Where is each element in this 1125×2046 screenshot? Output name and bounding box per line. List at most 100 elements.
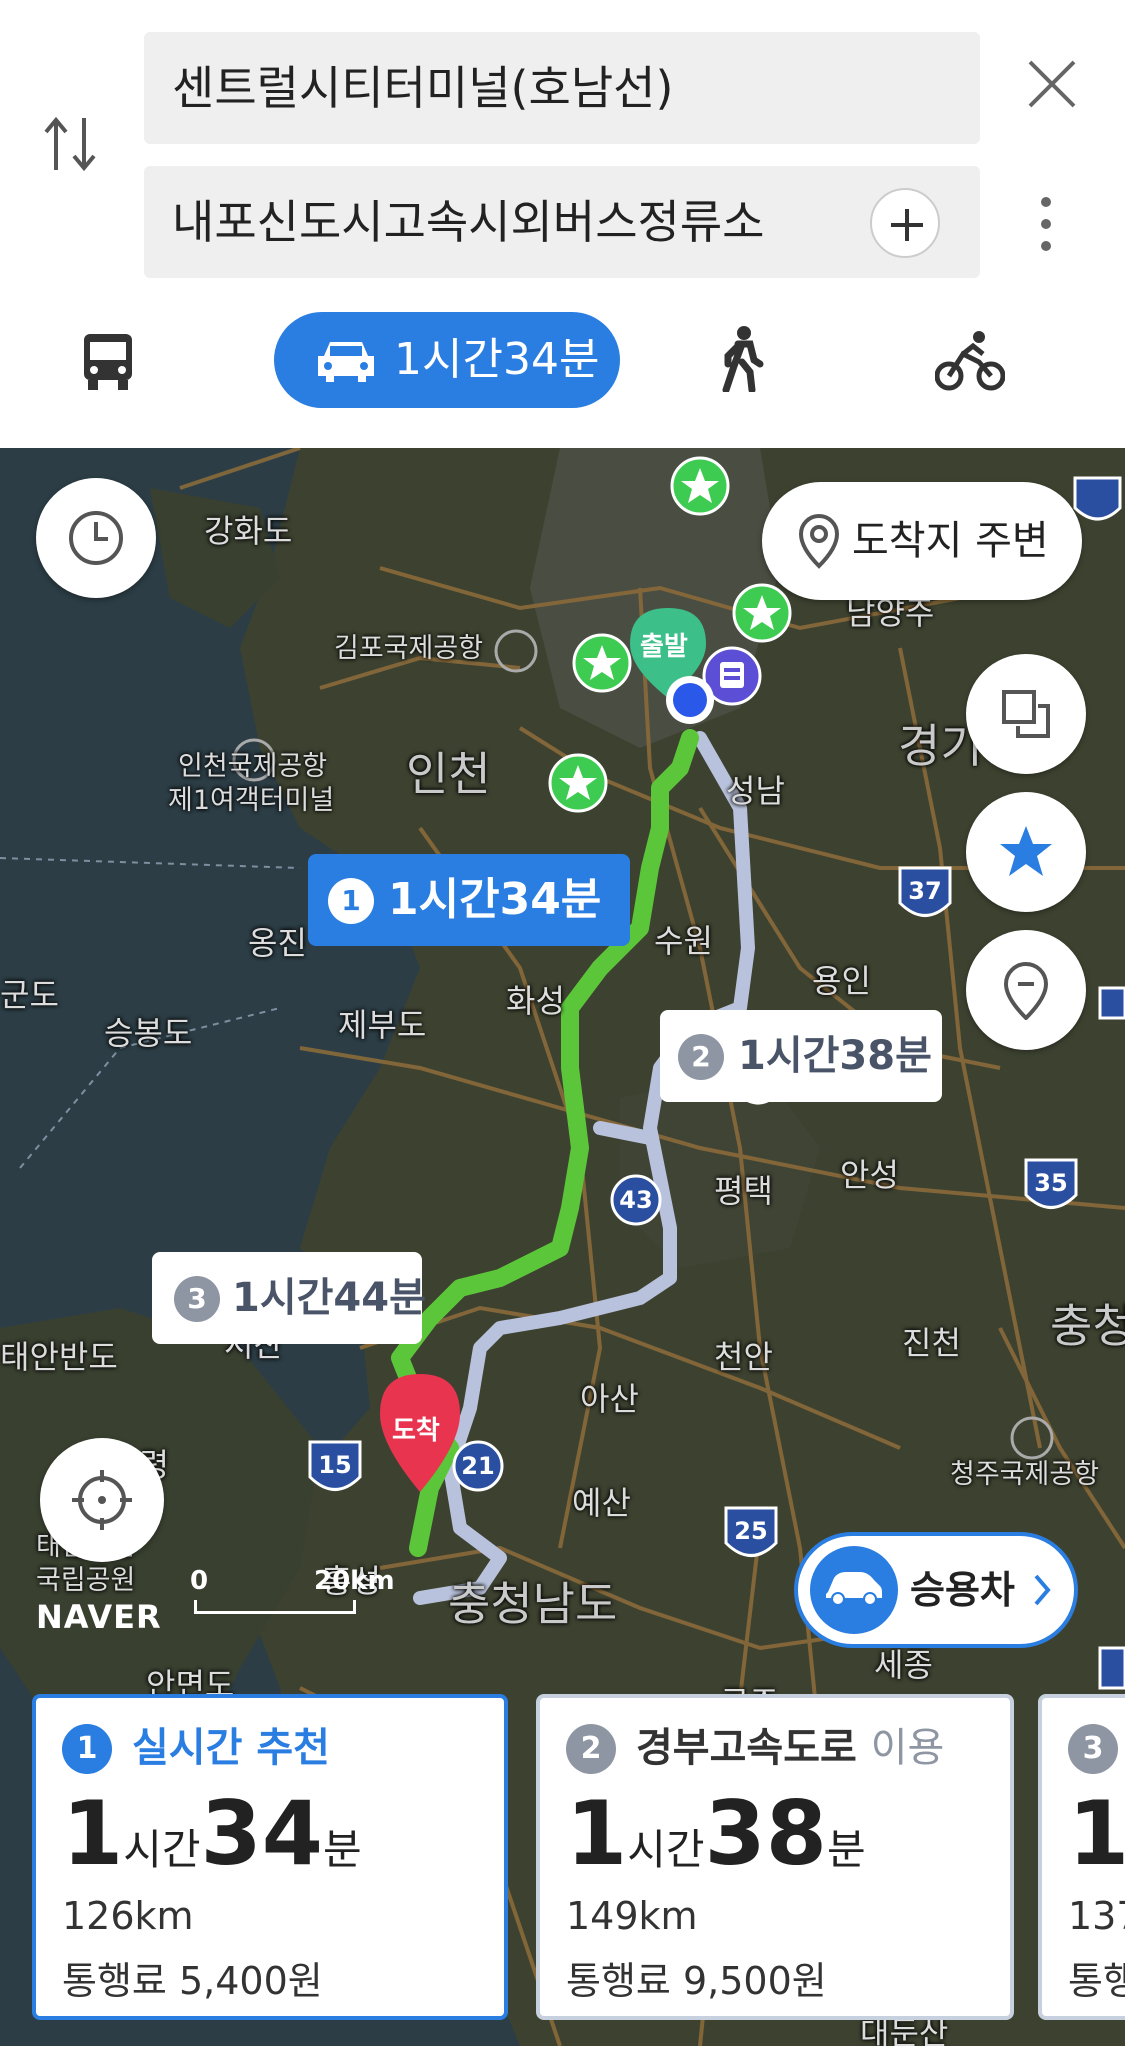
tab-bus[interactable]: [80, 332, 136, 428]
place-label: 예산: [572, 1484, 631, 1522]
route-card-1-distance: 126km: [62, 1894, 194, 1938]
crosshair-icon: [72, 1470, 132, 1530]
place-label: 국립공원: [36, 1565, 136, 1596]
place-label: 진천: [902, 1324, 961, 1362]
place-label: 안성: [840, 1156, 899, 1194]
add-waypoint-button[interactable]: [870, 188, 940, 258]
route-card-1-toll: 통행료 5,400원: [62, 1959, 323, 2003]
destination-nearby-button[interactable]: 도착지 주변: [762, 482, 1082, 600]
hours-unit: 시간: [123, 1825, 201, 1874]
place-label: 충청: [1050, 1299, 1125, 1353]
start-marker-label[interactable]: 출발: [640, 626, 688, 663]
place-label: 청주국제공항: [950, 1459, 1100, 1490]
tab-bicycle[interactable]: [934, 330, 1006, 426]
minutes-unit: 분: [826, 1825, 866, 1874]
place-label: 평택: [714, 1172, 773, 1210]
more-options-icon[interactable]: [1040, 196, 1052, 256]
layers-button[interactable]: [966, 654, 1086, 774]
scale-bar: [194, 1600, 356, 1614]
tab-car[interactable]: 1시간34분: [274, 312, 620, 408]
vehicle-type-label: 승용차: [910, 1568, 1015, 1612]
favorite-button[interactable]: [966, 792, 1086, 912]
swap-icon[interactable]: [42, 112, 98, 180]
highway-15: 15: [318, 1451, 351, 1479]
minutes-value: 34: [200, 1782, 323, 1885]
highway-43: 43: [619, 1186, 652, 1214]
route-card-3-toll: 통행: [1068, 1959, 1125, 2003]
clock-icon: [69, 511, 123, 565]
remove-pin-button[interactable]: [966, 930, 1086, 1050]
place-label: 성남: [726, 772, 785, 810]
pin-minus-icon: [1003, 961, 1049, 1020]
route-card-3-badge: 3: [1068, 1724, 1118, 1774]
origin-field[interactable]: 센트럴시티터미널(호남선): [144, 32, 980, 144]
route-3-bubble[interactable]: 3 1시간44분: [152, 1252, 426, 1344]
route-search-panel: 센트럴시티터미널(호남선) 내포신도시고속시외버스정류소 1시간34분: [0, 0, 1125, 448]
my-location-button[interactable]: [40, 1438, 164, 1562]
destination-field[interactable]: 내포신도시고속시외버스정류소: [144, 166, 980, 278]
route-card-2-badge: 2: [566, 1724, 616, 1774]
route-2-bubble-time: 1시간38분: [738, 1033, 932, 1079]
route-1-bubble[interactable]: 1 1시간34분: [308, 854, 630, 946]
chevron-right-icon: [1034, 1574, 1051, 1606]
route-card-3[interactable]: 3 1 137 통행: [1038, 1694, 1125, 2020]
route-card-3-duration: 1: [1068, 1782, 1125, 1885]
origin-text: 센트럴시티터미널(호남선): [172, 61, 674, 115]
layers-icon: [1002, 690, 1050, 738]
route-card-2[interactable]: 2 경부고속도로 이용 1시간38분 149km 통행료 9,500원: [536, 1694, 1014, 2020]
hours-value: 1: [1068, 1782, 1125, 1885]
highway-35: 35: [1034, 1169, 1067, 1197]
place-label: 김포국제공항: [334, 633, 484, 664]
history-button[interactable]: [36, 478, 156, 598]
route-2-number: 2: [678, 1034, 724, 1080]
route-card-2-title-main: 경부고속도로: [636, 1725, 857, 1771]
hours-unit: 시간: [627, 1825, 705, 1874]
highway-21: 21: [461, 1452, 494, 1480]
destination-nearby-label: 도착지 주변: [852, 518, 1049, 564]
route-card-2-distance: 149km: [566, 1894, 698, 1938]
route-card-3-distance: 137: [1068, 1894, 1125, 1938]
route-card-2-toll: 통행료 9,500원: [566, 1959, 827, 2003]
hours-value: 1: [62, 1782, 124, 1885]
plus-icon: [891, 209, 923, 241]
place-label: 태안반도: [0, 1338, 118, 1376]
end-marker-label[interactable]: 도착: [392, 1410, 440, 1447]
place-label: 제부도: [338, 1006, 427, 1044]
place-label: 천안: [714, 1338, 773, 1376]
place-label: 화성: [506, 982, 565, 1020]
route-card-1-duration: 1시간34분: [62, 1782, 362, 1885]
place-label: 군도: [0, 976, 59, 1014]
transport-mode-tabs: 1시간34분: [0, 312, 1125, 412]
place-label: 옹진: [248, 924, 307, 962]
place-label: 아산: [580, 1380, 639, 1418]
scale-end-label: 20km: [314, 1566, 395, 1596]
place-label: 용인: [812, 962, 871, 1000]
route-card-2-title: 경부고속도로 이용: [636, 1718, 944, 1778]
place-label: 수원: [654, 922, 713, 960]
route-1-number: 1: [328, 878, 374, 924]
car-icon: [810, 1546, 898, 1634]
highway-25: 25: [734, 1517, 767, 1545]
route-3-bubble-time: 1시간44분: [232, 1275, 426, 1321]
route-card-2-title-sub: 이용: [870, 1725, 945, 1771]
vehicle-type-button[interactable]: 승용차: [794, 1532, 1078, 1648]
route-card-1[interactable]: 1 실시간 추천 1시간34분 126km 통행료 5,400원: [32, 1694, 508, 2020]
route-card-1-badge: 1: [62, 1724, 112, 1774]
place-label: 충청남도: [448, 1577, 618, 1631]
bus-icon: [84, 334, 132, 390]
place-label: 강화도: [204, 512, 293, 550]
car-icon: [318, 342, 374, 382]
route-2-bubble[interactable]: 2 1시간38분: [660, 1010, 942, 1102]
map-view[interactable]: 37 35 15 25 43 21 1 강화도 김포국제공항 인천 인천국제공항…: [0, 448, 1125, 2046]
star-icon: [1000, 826, 1052, 876]
destination-text: 내포신도시고속시외버스정류소: [172, 195, 765, 249]
place-label: 인천: [406, 747, 491, 801]
location-pin-icon: [798, 513, 840, 569]
tab-walk[interactable]: [720, 326, 764, 422]
map-scale: 0 20km: [190, 1566, 395, 1618]
close-icon[interactable]: [1024, 56, 1080, 116]
scale-start-label: 0: [190, 1566, 209, 1596]
place-label: 제1여객터미널: [168, 785, 335, 816]
highway-37: 37: [908, 877, 941, 905]
place-label: 승봉도: [104, 1014, 193, 1052]
